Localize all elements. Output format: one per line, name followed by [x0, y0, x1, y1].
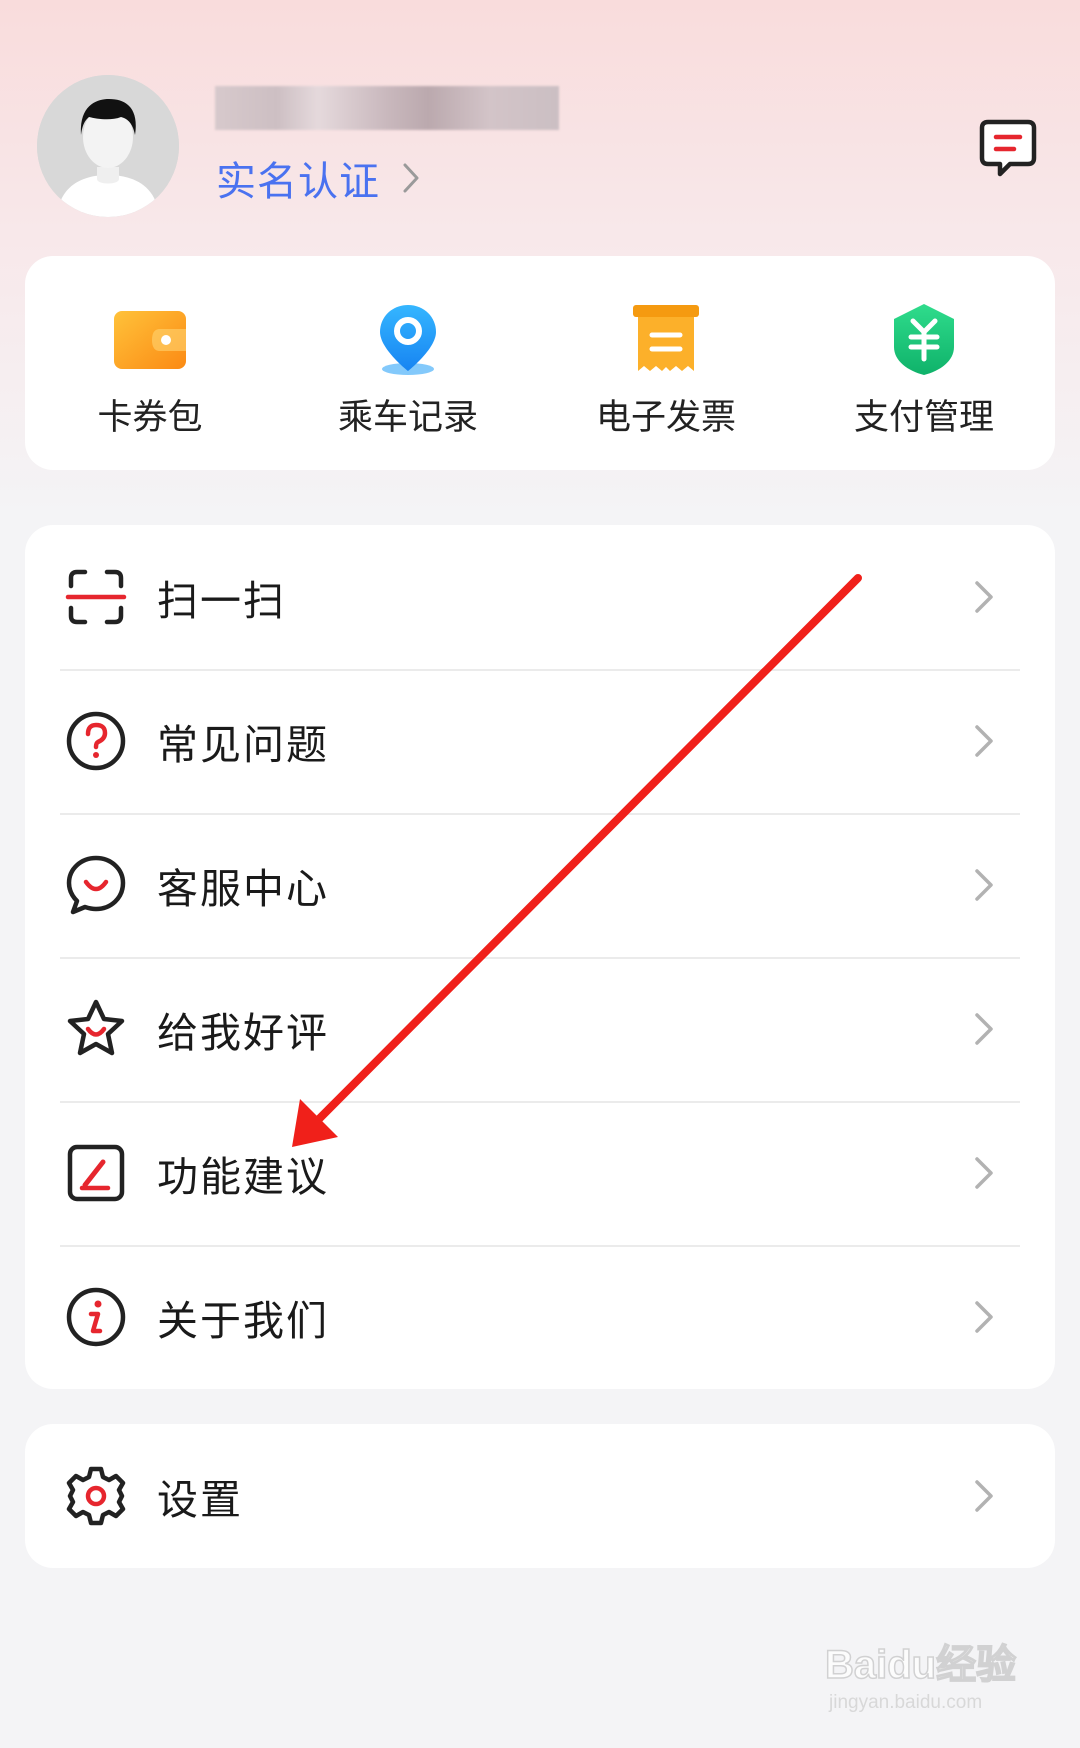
location-pin-icon [380, 305, 436, 375]
menu-item-customer-service[interactable]: 客服中心 [25, 813, 1055, 957]
message-icon [979, 119, 1037, 177]
quick-action-e-invoice[interactable]: 电子发票 [556, 301, 776, 441]
chevron-right-icon [975, 1480, 993, 1512]
customer-service-icon [66, 855, 126, 915]
main-menu-card: 扫一扫 常见问题 客服中心 给我好评 功能建议 关于我们 [25, 525, 1055, 1389]
menu-item-about-us[interactable]: 关于我们 [25, 1245, 1055, 1389]
quick-action-label: 电子发票 [595, 398, 736, 438]
menu-item-label: 给我好评 [157, 1009, 329, 1057]
avatar[interactable] [37, 75, 179, 217]
chevron-right-icon [403, 163, 419, 193]
watermark-brand: Baidu经验 [824, 1642, 1017, 1688]
chevron-right-icon [975, 869, 993, 901]
chevron-right-icon [975, 581, 993, 613]
menu-item-label: 功能建议 [157, 1153, 329, 1201]
scan-icon [65, 569, 127, 625]
menu-item-settings[interactable]: 设置 [25, 1424, 1055, 1568]
wallet-icon [114, 311, 186, 369]
chevron-right-icon [975, 1157, 993, 1189]
menu-item-label: 常见问题 [157, 721, 329, 769]
payment-shield-icon [894, 304, 954, 375]
quick-action-label: 乘车记录 [337, 398, 478, 438]
star-rating-icon [67, 999, 125, 1056]
quick-action-payment-management[interactable]: 支付管理 [814, 301, 1034, 441]
feedback-edit-icon [67, 1144, 125, 1202]
real-name-verify-link[interactable]: 实名认证 [216, 148, 420, 208]
chevron-right-icon [975, 725, 993, 757]
menu-item-label: 扫一扫 [157, 577, 286, 625]
baidu-jingyan-watermark: Baidu经验 jingyan.baidu.com [824, 1632, 1025, 1722]
quick-action-label: 支付管理 [853, 398, 994, 438]
invoice-icon [633, 305, 699, 371]
menu-item-label: 客服中心 [157, 865, 329, 913]
menu-item-scan[interactable]: 扫一扫 [25, 525, 1055, 669]
quick-actions-card: 卡券包 乘车记录 电子发票 支付管理 [25, 256, 1055, 470]
gear-icon [66, 1466, 126, 1526]
quick-action-label: 卡券包 [97, 398, 203, 438]
quick-action-coupons[interactable]: 卡券包 [40, 301, 260, 441]
message-button[interactable] [978, 116, 1038, 180]
username-blurred [215, 86, 559, 130]
verify-label: 实名认证 [216, 159, 380, 205]
default-avatar-icon [37, 75, 179, 217]
watermark-url: jingyan.baidu.com [829, 1692, 983, 1713]
menu-item-label: 关于我们 [157, 1297, 329, 1345]
chevron-right-icon [975, 1301, 993, 1333]
menu-item-rate-us[interactable]: 给我好评 [25, 957, 1055, 1101]
menu-item-faq[interactable]: 常见问题 [25, 669, 1055, 813]
question-icon [66, 711, 126, 771]
settings-card: 设置 [25, 1424, 1055, 1568]
chevron-right-icon [975, 1013, 993, 1045]
menu-item-label: 设置 [157, 1476, 243, 1524]
quick-action-ride-records[interactable]: 乘车记录 [298, 301, 518, 441]
info-icon [66, 1287, 126, 1347]
menu-item-feature-suggestion[interactable]: 功能建议 [25, 1101, 1055, 1245]
